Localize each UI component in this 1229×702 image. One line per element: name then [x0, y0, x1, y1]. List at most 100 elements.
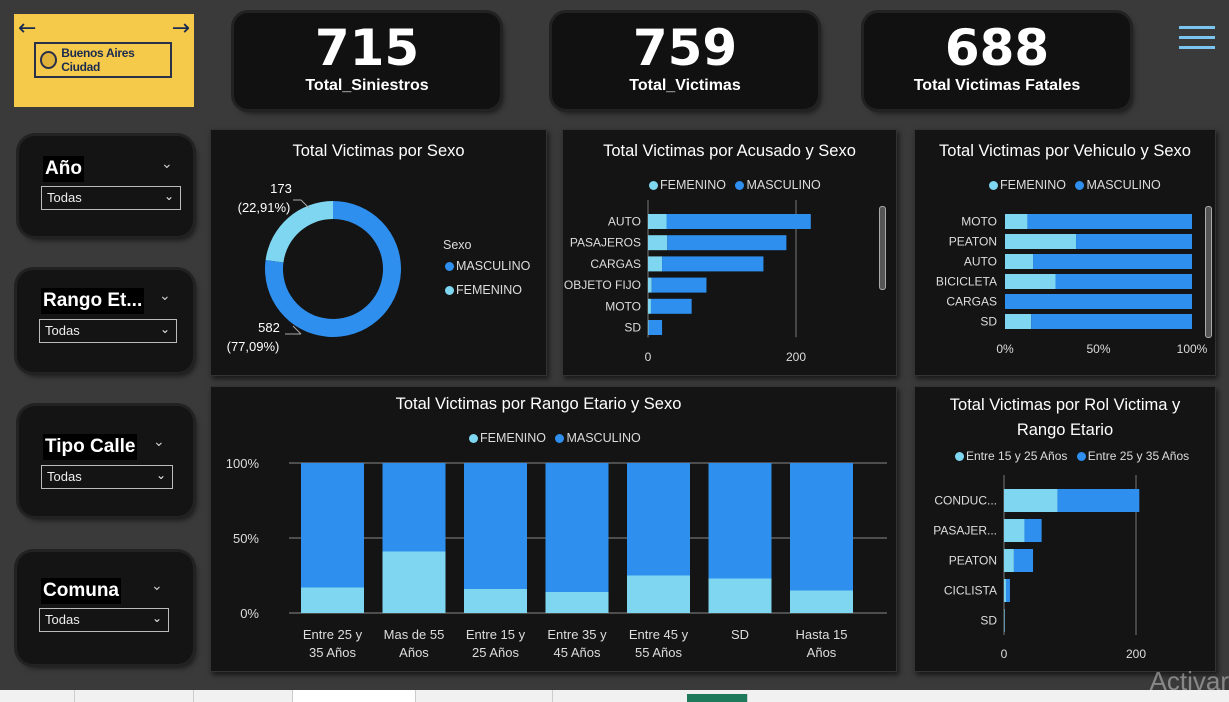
slicer-tipo-calle: Tipo Calle ⌄ Todas ⌄	[19, 406, 193, 516]
kpi-total-victimas: 759 Total_Victimas	[552, 13, 818, 109]
forward-arrow-icon[interactable]: →	[172, 16, 190, 41]
bar-femenino	[1005, 214, 1028, 229]
x-category-label: Entre 45 y 55 Años	[629, 627, 689, 660]
column-femenino	[708, 578, 772, 613]
y-category-label: MOTO	[961, 215, 997, 229]
slicer-rango-etario: Rango Et... ⌄ Todas ⌄	[17, 270, 193, 372]
legend-title: Sexo	[443, 238, 472, 252]
column-masculino	[708, 463, 772, 579]
kpi-value: 688	[944, 19, 1050, 77]
y-category-label: OBJETO FIJO	[564, 278, 641, 292]
scrollbar[interactable]	[1205, 206, 1212, 338]
page-tab[interactable]	[687, 694, 748, 702]
bar-masculino	[1027, 214, 1192, 229]
bar-femenino	[1005, 254, 1034, 269]
menu-icon[interactable]	[1179, 26, 1215, 52]
legend-item-femenino: FEMENINO	[445, 283, 522, 297]
chevron-down-icon[interactable]: ⌄	[159, 288, 171, 304]
x-category-label: Mas de 55 Años	[384, 627, 445, 660]
bar-masculino	[650, 298, 692, 314]
y-category-label: SD	[624, 321, 641, 335]
slicer-value: Todas	[45, 612, 80, 627]
x-tick-label: 50%	[1086, 342, 1110, 356]
bar-chart: 0% 50% 100% MOTO PEATON AUTO BICICLETA CARGAS SD	[936, 214, 1208, 356]
bar-masculino	[651, 277, 707, 293]
bar-masculino	[1005, 294, 1192, 309]
slicer-dropdown[interactable]: Todas ⌄	[39, 319, 177, 343]
slicer-dropdown[interactable]: Todas ⌄	[41, 186, 181, 210]
bar-entre-25-y-35-años	[1024, 519, 1042, 542]
x-tick-label: 0%	[996, 342, 1014, 356]
back-arrow-icon[interactable]: ←	[18, 16, 36, 41]
bar-entre-25-y-35-años	[1057, 489, 1140, 512]
column-masculino	[382, 463, 446, 552]
stacked-column-chart: 100% 50% 0% Entre 25 y 35 Años Mas de 55 Años E…	[226, 456, 887, 660]
pie-label-femenino: 173	[270, 181, 292, 196]
y-tick-label: 100%	[226, 456, 260, 471]
bar-masculino	[1031, 314, 1192, 329]
bar-masculino	[667, 235, 787, 251]
kpi-label: Total Victimas Fatales	[913, 77, 1081, 94]
chart-victimas-por-sexo: Total Victimas por Sexo 173 (22,91%) 582…	[210, 129, 547, 376]
chart-victimas-por-rango-etario: Total Victimas por Rango Etario y Sexo F…	[210, 386, 897, 672]
bar-femenino	[648, 277, 652, 293]
y-category-label: CICLISTA	[944, 584, 997, 598]
bar-entre-15-y-25-años	[1004, 609, 1005, 632]
page-tab[interactable]	[0, 690, 75, 702]
chevron-down-icon: ⌄	[151, 611, 162, 625]
y-category-label: CONDUC...	[934, 494, 997, 508]
bar-masculino	[662, 256, 764, 272]
bar-entre-25-y-35-años	[1013, 549, 1034, 572]
y-category-label: AUTO	[608, 215, 641, 229]
y-category-label: MOTO	[605, 299, 641, 313]
bar-entre-15-y-25-años	[1004, 579, 1006, 602]
windows-activation-watermark: Activar	[1149, 666, 1229, 696]
y-tick-label: 0%	[240, 606, 259, 621]
logo-text: Buenos Aires Ciudad	[61, 46, 135, 74]
y-category-label: SD	[980, 315, 997, 329]
bar-femenino	[1005, 274, 1056, 289]
chevron-down-icon[interactable]: ⌄	[151, 578, 163, 594]
bar-masculino	[1076, 234, 1192, 249]
page-tab[interactable]	[416, 690, 553, 702]
pie-pct-masculino: (77,09%)	[227, 339, 280, 354]
bar-femenino	[648, 214, 667, 229]
bar-chart: 0 200 AUTO PASAJEROS CARGAS OBJETO FIJO MOTO SD	[564, 200, 811, 364]
x-category-label: SD	[731, 627, 749, 642]
chevron-down-icon[interactable]: ⌄	[161, 156, 173, 172]
bar-entre-25-y-35-años	[1005, 579, 1010, 602]
page-tab[interactable]	[75, 690, 194, 702]
y-category-label: PASAJER...	[933, 524, 997, 538]
slicer-value: Todas	[45, 323, 80, 338]
x-category-label: Entre 15 y 25 Años	[466, 627, 526, 660]
bar-masculino	[1055, 274, 1192, 289]
chart-victimas-por-acusado: Total Victimas por Acusado y Sexo FEMENI…	[562, 129, 897, 376]
chevron-down-icon[interactable]: ⌄	[153, 434, 165, 450]
x-tick-label: 200	[786, 350, 806, 364]
y-category-label: PASAJEROS	[570, 236, 641, 250]
y-category-label: PEATON	[949, 235, 997, 249]
pie-label-masculino: 582	[258, 320, 280, 335]
kpi-label: Total_Victimas	[629, 77, 741, 94]
slicer-title: Rango Et...	[41, 288, 145, 314]
y-category-label: CARGAS	[946, 295, 997, 309]
bar-femenino	[648, 320, 649, 335]
bar-entre-15-y-25-años	[1004, 549, 1014, 572]
bar-masculino	[648, 320, 663, 335]
slicer-dropdown[interactable]: Todas ⌄	[41, 465, 173, 489]
buenos-aires-logo: Buenos Aires Ciudad	[34, 42, 172, 78]
slicer-dropdown[interactable]: Todas ⌄	[39, 608, 169, 632]
y-category-label: BICICLETA	[936, 275, 997, 289]
y-category-label: AUTO	[964, 255, 997, 269]
x-tick-label: 0	[1001, 647, 1008, 661]
page-tab-active[interactable]	[293, 690, 416, 702]
logo: ← → Buenos Aires Ciudad	[14, 14, 194, 107]
legend-item-masculino: MASCULINO	[445, 259, 530, 273]
scrollbar[interactable]	[879, 206, 886, 290]
kpi-total-siniestros: 715 Total_Siniestros	[234, 13, 500, 109]
seal-icon	[40, 51, 58, 69]
column-femenino	[790, 590, 853, 613]
x-category-label: Hasta 15 Años	[795, 627, 847, 660]
column-femenino	[627, 575, 690, 613]
page-tab[interactable]	[194, 690, 293, 702]
